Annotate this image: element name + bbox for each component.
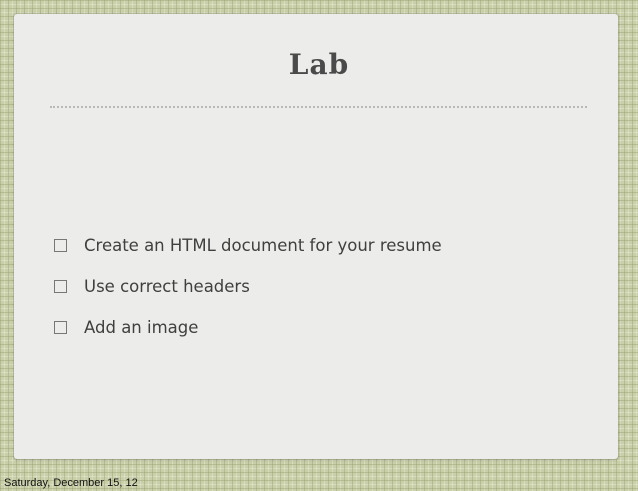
bullet-text: Use correct headers	[84, 277, 250, 296]
square-bullet-icon	[54, 280, 67, 293]
slide-title: Lab	[288, 48, 350, 81]
bullet-text: Add an image	[84, 318, 199, 337]
title-divider	[50, 106, 587, 108]
bullet-list: Create an HTML document for your resume …	[52, 225, 442, 348]
square-bullet-icon	[54, 239, 67, 252]
list-item: Add an image	[52, 307, 442, 348]
list-item: Use correct headers	[52, 266, 442, 307]
list-item: Create an HTML document for your resume	[52, 225, 442, 266]
bullet-text: Create an HTML document for your resume	[84, 236, 442, 255]
square-bullet-icon	[54, 321, 67, 334]
footer-date: Saturday, December 15, 12	[4, 477, 138, 489]
